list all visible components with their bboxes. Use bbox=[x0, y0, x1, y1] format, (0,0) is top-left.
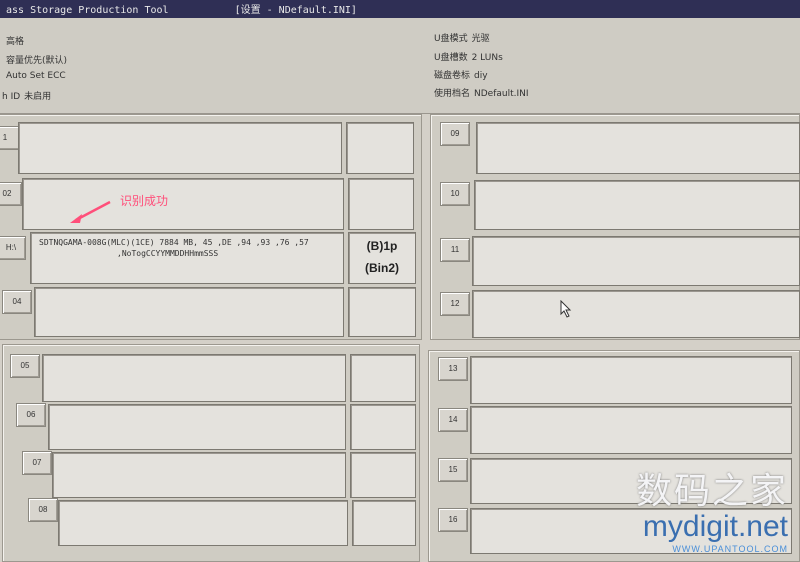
info-right-2: 磁盘卷标 diy bbox=[434, 71, 488, 81]
port-status-13 bbox=[470, 356, 792, 404]
port-button-11[interactable]: 11 bbox=[440, 238, 470, 262]
window-title: ass Storage Production Tool bbox=[6, 5, 169, 16]
port-result-05 bbox=[350, 354, 416, 402]
port-button-14[interactable]: 14 bbox=[438, 408, 468, 432]
port-status-1 bbox=[18, 122, 342, 174]
port-result-08 bbox=[352, 500, 416, 546]
watermark-line1: 数码之家 bbox=[635, 471, 788, 512]
port-button-02[interactable]: 02 bbox=[0, 182, 22, 206]
watermark-line2: mydigit.net bbox=[642, 510, 788, 543]
port-status-05 bbox=[42, 354, 346, 402]
port-button-16[interactable]: 16 bbox=[438, 508, 468, 532]
port-status-03: SDTNQGAMA-008G(MLC)(1CE) 7884 MB, 45 ,DE… bbox=[30, 232, 344, 284]
port-result-07 bbox=[350, 452, 416, 498]
annotation-label: 识别成功 bbox=[120, 194, 169, 208]
port-status-11 bbox=[472, 236, 800, 286]
window-title-config: [设置 - NDefault.INI] bbox=[234, 5, 357, 16]
watermark-line3: WWW.UPANTOOL.COM bbox=[672, 544, 788, 554]
bin-result-line1: (B)1p bbox=[366, 239, 398, 253]
port-status-10 bbox=[474, 180, 800, 230]
info-left-1: 容量优先(默认) bbox=[6, 56, 68, 66]
annotation-arrow-icon bbox=[70, 200, 111, 223]
port-button-13[interactable]: 13 bbox=[438, 357, 468, 381]
port-status-12 bbox=[472, 290, 800, 338]
info-right-0: U盘模式 光驱 bbox=[434, 34, 490, 44]
info-right-3: 使用档名 NDefault.INI bbox=[434, 89, 529, 99]
port-button-15[interactable]: 15 bbox=[438, 458, 468, 482]
port-button-08[interactable]: 08 bbox=[28, 498, 58, 522]
watermark: 数码之家 mydigit.net WWW.UPANTOOL.COM bbox=[636, 462, 788, 554]
port-result-04 bbox=[348, 287, 416, 337]
port-button-04[interactable]: 04 bbox=[2, 290, 32, 314]
port-result-06 bbox=[350, 404, 416, 450]
port-button-07[interactable]: 07 bbox=[22, 451, 52, 475]
info-left-0: 高格 bbox=[6, 37, 25, 47]
port-status-09 bbox=[476, 122, 800, 174]
bin-result-line2: (Bin2) bbox=[365, 261, 399, 275]
port-button-10[interactable]: 10 bbox=[440, 182, 470, 206]
device-info-line2: ,NoTogCCYYMMDDHHmmSSS bbox=[117, 249, 219, 258]
port-result-02 bbox=[348, 178, 414, 230]
port-button-09[interactable]: 09 bbox=[440, 122, 470, 146]
port-status-07 bbox=[52, 452, 346, 498]
port-result-03: (B)1p (Bin2) bbox=[348, 232, 416, 284]
mouse-cursor-icon bbox=[560, 300, 572, 318]
info-right-1: U盘槽数 2 LUNs bbox=[434, 53, 503, 63]
settings-summary: 高格 容量优先(默认) Auto Set ECC h ID 未启用 U盘模式 光驱 … bbox=[0, 18, 800, 114]
info-left-3: h ID 未启用 bbox=[2, 92, 52, 102]
device-info-line1: SDTNQGAMA-008G(MLC)(1CE) 7884 MB, 45 ,DE… bbox=[39, 238, 309, 247]
info-left-2: Auto Set ECC bbox=[6, 71, 66, 81]
port-status-06 bbox=[48, 404, 346, 450]
port-button-03[interactable]: H:\ bbox=[0, 236, 26, 260]
port-status-14 bbox=[470, 406, 792, 454]
title-bar: ass Storage Production Tool [设置 - NDefau… bbox=[0, 0, 800, 18]
port-button-05[interactable]: 05 bbox=[10, 354, 40, 378]
port-result-1 bbox=[346, 122, 414, 174]
port-status-04 bbox=[34, 287, 344, 337]
port-button-1[interactable]: 1 bbox=[0, 126, 20, 150]
port-button-06[interactable]: 06 bbox=[16, 403, 46, 427]
port-status-08 bbox=[58, 500, 348, 546]
port-button-12[interactable]: 12 bbox=[440, 292, 470, 316]
